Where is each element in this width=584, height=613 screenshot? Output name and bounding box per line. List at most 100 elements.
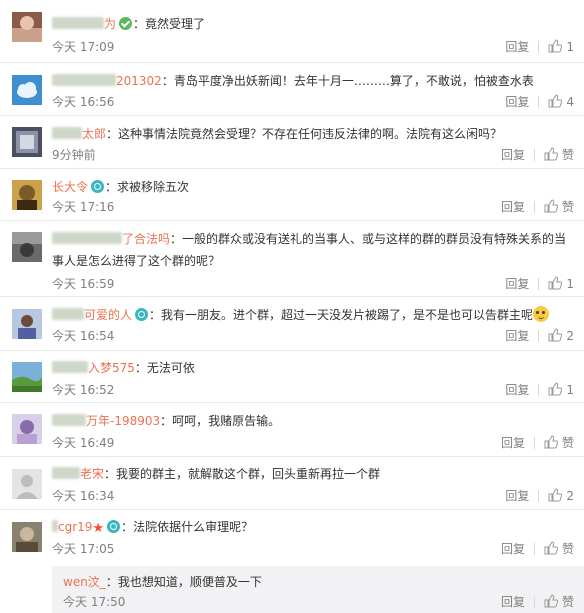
- sub-reply-text: ：我也想知道，顺便普及一下: [105, 575, 262, 589]
- comment-text-line: 太郎：这种事情法院竟然会受理？不存在任何违反法律的啊。法院有这么闲吗？: [52, 123, 574, 145]
- like-button[interactable]: 1: [548, 381, 574, 399]
- sub-reply-text-line: wen汶_：我也想知道，顺便普及一下: [63, 571, 262, 593]
- like-button[interactable]: 2: [548, 327, 574, 345]
- reply-button[interactable]: 回复: [501, 198, 525, 216]
- avatar[interactable]: [12, 232, 42, 262]
- star-icon: ★: [92, 521, 105, 536]
- comment-time: 今天 16:56: [52, 95, 115, 109]
- avatar[interactable]: [12, 362, 42, 392]
- like-button[interactable]: 赞: [544, 146, 574, 164]
- like-button[interactable]: 1: [548, 275, 574, 293]
- thumbs-up-icon: [548, 488, 563, 502]
- vip-badge-icon: [135, 308, 149, 321]
- comment-time: 9分钟前: [52, 148, 96, 162]
- comment-text: ：无法可依: [134, 361, 195, 375]
- verified-badge-icon: [119, 17, 133, 30]
- comment-text-line: 万年-198903：呵呵，我赌原告输。: [52, 410, 574, 432]
- reply-button[interactable]: 回复: [501, 593, 525, 611]
- comment-time: 今天 17:16: [52, 200, 115, 214]
- username[interactable]: 201302: [116, 74, 162, 88]
- avatar[interactable]: [12, 75, 42, 105]
- avatar[interactable]: [12, 12, 42, 42]
- comment-text: ：竟然受理了: [133, 17, 206, 31]
- username[interactable]: 万年-198903: [86, 414, 160, 428]
- comment-text-line: 可爱的人 ：我有一朋友。进个群，超过一天没发片被踢了，是不是也可以告群主呢: [52, 304, 574, 326]
- sub-reply-time: 今天 17:50: [63, 595, 126, 609]
- comment-item: 201302：青岛平度净出妖新闻！去年十月一………算了，不敢说，怕被查水表 今天…: [0, 62, 584, 115]
- reply-button[interactable]: 回复: [505, 487, 529, 505]
- comment-text: ：我要的群主，就解散这个群，回头重新再拉一个群: [104, 467, 381, 481]
- thumbs-up-icon: [548, 94, 563, 108]
- comment-time: 今天 17:05: [52, 542, 115, 556]
- like-button[interactable]: 赞: [544, 434, 574, 452]
- comment-item: 老宋：我要的群主，就解散这个群，回头重新再拉一个群 今天 16:34 回复 2: [0, 456, 584, 509]
- like-button[interactable]: 1: [548, 38, 574, 56]
- comment-text: ：青岛平度净出妖新闻！去年十月一………算了，不敢说，怕被查水表: [161, 74, 534, 88]
- avatar[interactable]: [12, 522, 42, 552]
- avatar[interactable]: [12, 469, 42, 499]
- like-count: 4: [566, 95, 574, 109]
- reply-button[interactable]: 回复: [501, 540, 525, 558]
- thumbs-up-icon: [548, 276, 563, 290]
- like-count: 1: [566, 40, 574, 54]
- username[interactable]: 入梦575: [88, 361, 135, 375]
- avatar[interactable]: [12, 414, 42, 444]
- like-button[interactable]: 4: [548, 93, 574, 111]
- reply-button[interactable]: 回复: [505, 275, 529, 293]
- thumbs-up-icon: [544, 435, 558, 449]
- comment-time: 今天 16:49: [52, 436, 115, 450]
- like-count: 1: [566, 277, 574, 291]
- comment-text-line: cgr19★ ：法院依据什么审理呢？: [52, 516, 574, 540]
- like-button[interactable]: 2: [548, 487, 574, 505]
- comment-item: 为 ：竟然受理了 今天 17:09 回复 1: [0, 0, 584, 62]
- vip-badge-icon: [107, 520, 121, 533]
- thumbs-up-icon: [544, 541, 558, 555]
- avatar[interactable]: [12, 180, 42, 210]
- comment-item: 了合法吗：一般的群众或没有送礼的当事人、或与这样的群的群员没有特殊关系的当事人是…: [0, 220, 584, 296]
- like-count: 赞: [561, 595, 574, 609]
- reply-button[interactable]: 回复: [505, 38, 529, 56]
- comment-text-line: 入梦575：无法可依: [52, 357, 574, 379]
- thumbs-up-icon: [548, 328, 563, 342]
- username[interactable]: 可爱的人: [84, 308, 132, 322]
- thumbs-up-icon: [548, 39, 563, 53]
- comment-text-line: 201302：青岛平度净出妖新闻！去年十月一………算了，不敢说，怕被查水表: [52, 70, 574, 92]
- like-count: 赞: [561, 148, 574, 162]
- reply-button[interactable]: 回复: [505, 327, 529, 345]
- username[interactable]: 老宋: [80, 467, 104, 481]
- sub-reply: wen汶_：我也想知道，顺便普及一下 今天 17:50 回复 赞: [52, 566, 584, 613]
- like-button[interactable]: 赞: [544, 540, 574, 558]
- username[interactable]: 了合法吗: [122, 232, 170, 246]
- like-button[interactable]: 赞: [544, 198, 574, 216]
- sub-reply-username[interactable]: wen汶_: [63, 575, 106, 589]
- comment-text-line: 为 ：竟然受理了: [52, 13, 574, 35]
- comment-item: 太郎：这种事情法院竟然会受理？不存在任何违反法律的啊。法院有这么闲吗？ 9分钟前…: [0, 115, 584, 168]
- emoji-icon: [533, 306, 550, 322]
- username[interactable]: cgr19: [58, 520, 92, 534]
- reply-button[interactable]: 回复: [501, 146, 525, 164]
- comment-time: 今天 16:59: [52, 277, 115, 291]
- like-button[interactable]: 赞: [544, 593, 574, 611]
- avatar[interactable]: [12, 127, 42, 157]
- comment-text-line: 长大令 ：求被移除五次: [52, 176, 574, 198]
- comment-time: 今天 16:52: [52, 383, 115, 397]
- comment-text: ：呵呵，我赌原告输。: [160, 414, 281, 428]
- username[interactable]: 为: [104, 17, 116, 31]
- avatar[interactable]: [12, 309, 42, 339]
- comment-item: 长大令 ：求被移除五次 今天 17:16 回复 赞: [0, 168, 584, 220]
- comment-text: ：求被移除五次: [105, 180, 190, 194]
- username[interactable]: 长大令: [52, 180, 88, 194]
- reply-button[interactable]: 回复: [505, 381, 529, 399]
- username[interactable]: 太郎: [82, 127, 106, 141]
- comment-text-line: 老宋：我要的群主，就解散这个群，回头重新再拉一个群: [52, 463, 574, 485]
- comment-text: ：这种事情法院竟然会受理？不存在任何违反法律的啊。法院有这么闲吗？: [106, 127, 503, 141]
- comment-text-line: 了合法吗：一般的群众或没有送礼的当事人、或与这样的群的群员没有特殊关系的当事人是…: [52, 228, 574, 272]
- like-count: 2: [566, 489, 574, 503]
- comment-item: 万年-198903：呵呵，我赌原告输。 今天 16:49 回复 赞: [0, 402, 584, 456]
- reply-button[interactable]: 回复: [501, 434, 525, 452]
- reply-button[interactable]: 回复: [505, 93, 529, 111]
- comment-text: ：我有一朋友。进个群，超过一天没发片被踢了，是不是也可以告群主呢: [149, 308, 534, 322]
- like-count: 赞: [561, 200, 574, 214]
- comment-time: 今天 16:34: [52, 489, 115, 503]
- like-count: 1: [566, 383, 574, 397]
